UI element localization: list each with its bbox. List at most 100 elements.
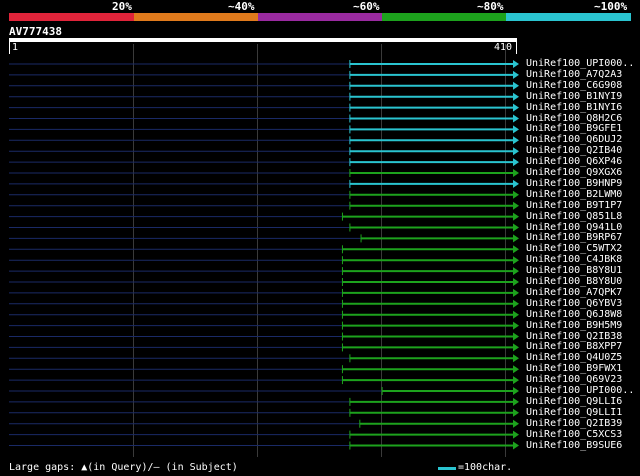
hit-end-arrow [513,223,519,232]
hit-label[interactable]: UniRef100_C5WTX2 [526,243,622,254]
hit-end-arrow [513,321,519,330]
hit-label[interactable]: UniRef100_Q9LLI1 [526,407,622,418]
hit-end-arrow [513,179,519,188]
hit-end-arrow [513,288,519,297]
hit-label[interactable]: UniRef100_Q9LLI6 [526,396,622,407]
hit-end-arrow [513,387,519,395]
hit-row[interactable] [9,60,519,68]
hit-row[interactable] [9,321,519,330]
hit-end-arrow [513,299,519,308]
hit-label[interactable]: UniRef100_B8Y8U0 [526,276,622,287]
hit-end-arrow [513,201,519,210]
hit-row[interactable] [9,278,519,286]
hit-row[interactable] [9,408,519,417]
hit-end-arrow [513,419,519,428]
hit-label[interactable]: UniRef100_B2LWM0 [526,189,622,200]
hit-row[interactable] [9,419,519,428]
hit-row[interactable] [9,387,519,395]
hit-label[interactable]: UniRef100_B9HNP9 [526,178,622,189]
hit-label[interactable]: UniRef100_Q4U0Z5 [526,352,622,363]
hit-label[interactable]: UniRef100_C4JBK8 [526,254,622,265]
hit-row[interactable] [9,81,519,90]
hit-end-arrow [513,81,519,90]
hit-label[interactable]: UniRef100_C5XCS3 [526,429,622,440]
hit-end-arrow [513,376,519,385]
hit-row[interactable] [9,190,519,199]
hit-row[interactable] [9,310,519,319]
hit-label[interactable]: UniRef100_Q9XGX6 [526,167,622,178]
hit-row[interactable] [9,299,519,308]
hit-label[interactable]: UniRef100_Q6XP46 [526,156,622,167]
hit-end-arrow [513,136,519,145]
hit-label[interactable]: UniRef100_B9RP67 [526,232,622,243]
hit-label[interactable]: UniRef100_UPI000.. [526,58,634,69]
hit-row[interactable] [9,441,519,450]
hit-row[interactable] [9,158,519,167]
hit-end-arrow [513,60,519,68]
hit-row[interactable] [9,179,519,188]
hit-label[interactable]: UniRef100_Q2IB39 [526,418,622,429]
hit-row[interactable] [9,147,519,156]
hit-row[interactable] [9,365,519,374]
hit-row[interactable] [9,267,519,276]
hit-row[interactable] [9,103,519,112]
hit-end-arrow [513,125,519,134]
hit-label[interactable]: UniRef100_Q69V23 [526,374,622,385]
scale-legend-bar [438,467,456,470]
hit-end-arrow [513,267,519,276]
hit-row[interactable] [9,256,519,265]
hit-end-arrow [513,397,519,406]
hit-label[interactable]: UniRef100_C6G908 [526,80,622,91]
hit-label[interactable]: UniRef100_Q941L0 [526,222,622,233]
hit-label[interactable]: UniRef100_B8XPP7 [526,341,622,352]
hit-row[interactable] [9,288,519,297]
hit-label[interactable]: UniRef100_Q2IB40 [526,145,622,156]
hit-label[interactable]: UniRef100_B9T1P7 [526,200,622,211]
hit-row[interactable] [9,92,519,101]
hit-label[interactable]: UniRef100_Q851L8 [526,211,622,222]
hit-row[interactable] [9,70,519,79]
hit-end-arrow [513,343,519,352]
hit-label[interactable]: UniRef100_A7QPK7 [526,287,622,298]
hit-label[interactable]: UniRef100_Q6DUJ2 [526,134,622,145]
hit-end-arrow [513,70,519,79]
hit-row[interactable] [9,169,519,177]
alignment-viewer: 20% ~40% ~60% ~80% ~100% AV777438 1 410 … [0,0,640,476]
hit-end-arrow [513,190,519,199]
hit-row[interactable] [9,430,519,439]
hit-row[interactable] [9,354,519,363]
hit-label[interactable]: UniRef100_B1NYI9 [526,91,622,102]
hit-end-arrow [513,441,519,450]
hit-row[interactable] [9,376,519,385]
hit-label[interactable]: UniRef100_UPI000.. [526,385,634,396]
hit-row[interactable] [9,136,519,145]
hit-label[interactable]: UniRef100_B9SUE6 [526,440,622,451]
hit-label[interactable]: UniRef100_B8Y8U1 [526,265,622,276]
hit-end-arrow [513,365,519,374]
hit-end-arrow [513,169,519,177]
hit-row[interactable] [9,343,519,352]
hit-label[interactable]: UniRef100_B1NYI6 [526,102,622,113]
hit-row[interactable] [9,397,519,406]
scale-legend-label: =100char. [458,462,513,473]
hit-row[interactable] [9,125,519,134]
hit-row[interactable] [9,332,519,341]
hit-end-arrow [513,212,519,221]
hit-end-arrow [513,92,519,101]
hit-row[interactable] [9,245,519,254]
hit-row[interactable] [9,201,519,210]
hit-row[interactable] [9,212,519,221]
hit-label[interactable]: UniRef100_B9GFE1 [526,123,622,134]
hit-label[interactable]: UniRef100_Q2IB38 [526,331,622,342]
hit-label[interactable]: UniRef100_B9H5M9 [526,320,622,331]
hit-row[interactable] [9,114,519,123]
hit-label[interactable]: UniRef100_Q6J8W8 [526,309,622,320]
hit-label[interactable]: UniRef100_B9FWX1 [526,363,622,374]
hit-row[interactable] [9,223,519,232]
hit-row[interactable] [9,234,519,243]
hit-label[interactable]: UniRef100_A7Q2A3 [526,69,622,80]
hit-end-arrow [513,103,519,112]
hit-label[interactable]: UniRef100_Q8H2C6 [526,113,622,124]
hit-label[interactable]: UniRef100_Q6YBV3 [526,298,622,309]
hit-end-arrow [513,430,519,439]
